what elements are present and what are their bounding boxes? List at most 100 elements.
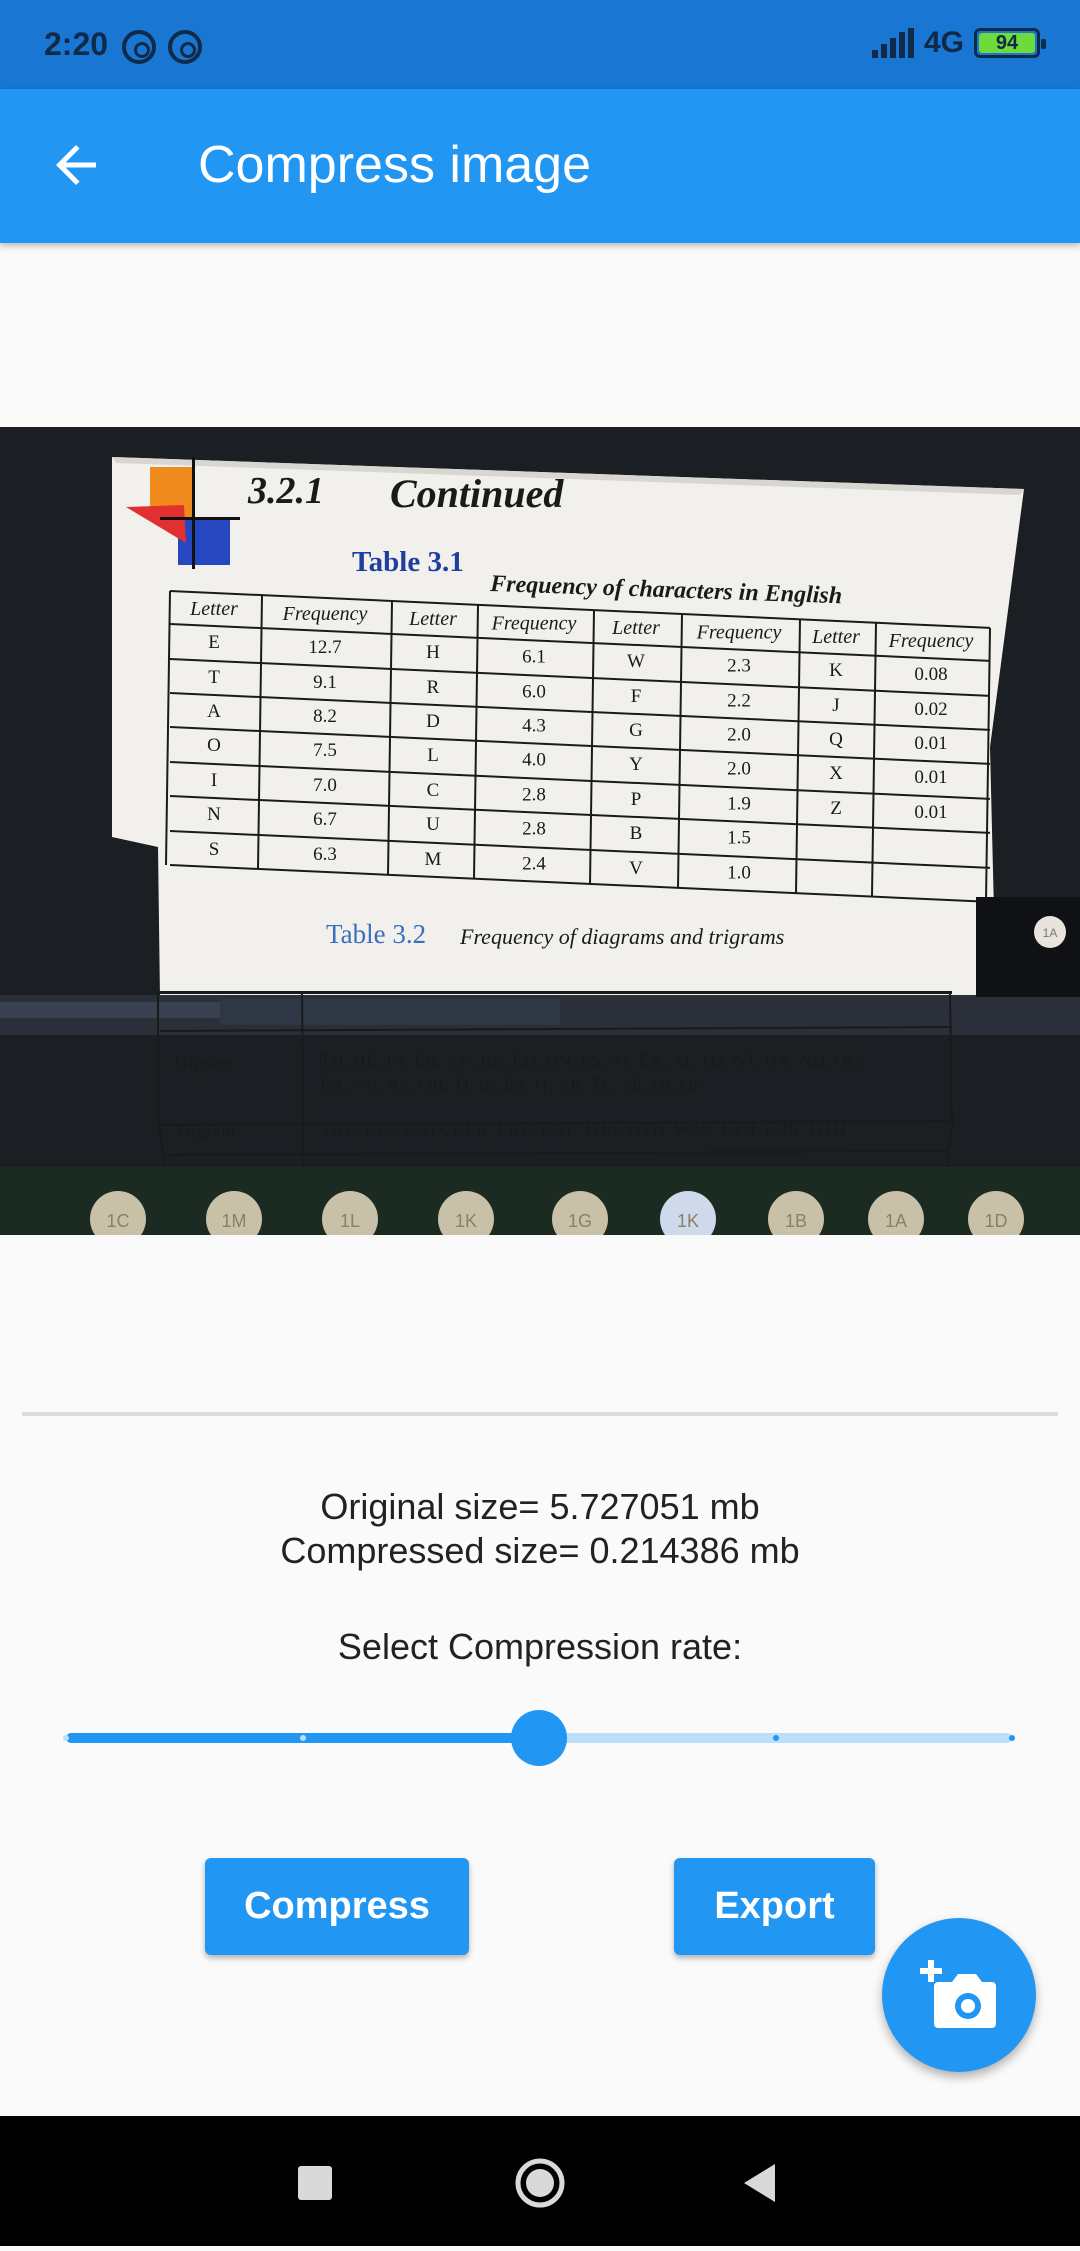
participant-label: 1B [785,1211,807,1231]
network-type: 4G [923,26,964,59]
table2-row-line: TH, HE, IN, ER, AN, RE, ED, ON, ES, ST, … [320,1051,865,1071]
table1-cell: A [207,701,221,722]
table1-header-cell: Frequency [282,603,368,625]
table1-cell: 1.5 [727,828,751,849]
table1-header-cell: Letter [811,626,860,648]
table1-cell: 4.0 [522,749,546,770]
table1-label: Table 3.1 [352,546,464,578]
table1-cell: 6.3 [313,844,337,865]
participant-label: 1A [885,1211,907,1231]
image-preview: 3.2.1 Continued Table 3.1 Frequency of c… [0,427,1080,1235]
table1-cell: M [425,849,442,870]
participant-label: 1K [455,1211,477,1231]
notification-icons [122,30,202,64]
table1-cell: 2.8 [522,818,546,839]
table1-cell: 2.3 [727,656,751,677]
table1-cell: R [427,677,440,698]
battery-level: 94 [979,33,1035,53]
table1-cell: 2.8 [522,784,546,805]
table2-row-line: THE, ING, AND, HER, ERE, ENT, THA, NTH, … [320,1119,846,1139]
table1-cell: 1.9 [727,794,751,815]
table1-cell: 9.1 [313,672,337,693]
add-photo-button[interactable] [882,1918,1036,2072]
table1-cell: 7.0 [313,775,337,796]
back-button[interactable] [46,135,106,195]
status-bar: 2:20 4G 94 [0,0,1080,89]
notification-icon [168,30,202,64]
table1-cell: H [426,642,440,663]
table1-header-cell: Frequency [888,630,974,652]
table1-cell: 8.2 [313,706,337,727]
table1-cell: 7.5 [313,740,337,761]
compression-rate-label: Select Compression rate: [337,1626,743,1667]
table1-cell: N [207,804,221,825]
divider [22,1412,1058,1416]
compress-button[interactable]: Compress [205,1858,469,1955]
table1-cell: J [832,695,839,716]
table1-cell: 0.01 [914,767,947,788]
participant-label: 1K [677,1211,699,1231]
table1-cell: Z [830,798,842,819]
table1-cell: 0.01 [914,733,947,754]
table1-cell: 1.0 [727,863,751,884]
slider-tick [772,1735,779,1741]
table1-cell: 0.08 [914,664,947,685]
participant-label: 1C [106,1211,129,1231]
table1-cell: 0.01 [914,802,947,823]
table1-cell: C [427,780,440,801]
add-photo-camera-icon [920,1960,996,2028]
slider-tick [1009,1735,1015,1741]
table1-cell: S [209,839,220,860]
table1-cell: 2.4 [522,853,546,874]
table1-cell: 2.2 [727,691,751,712]
table1-cell: E [208,632,220,653]
slide-section-number: 3.2.1 [247,470,324,512]
table1-cell: 6.0 [522,681,546,702]
lecture-photo: 3.2.1 Continued Table 3.1 Frequency of c… [0,427,1080,1235]
slider-tick [299,1735,306,1741]
table1-cell: T [208,667,220,688]
table2-label: Table 3.2 [326,919,426,949]
table1-cell: L [427,745,439,766]
table1-header-cell: Letter [611,617,660,639]
table1-cell: Q [829,729,843,750]
triangle-back-icon [744,2164,775,2202]
participant-label: 1M [221,1211,246,1231]
arrow-left-icon [56,145,96,185]
app-bar: Compress image [0,89,1080,243]
table1-cell: X [829,763,843,784]
table1-cell: 2.0 [727,725,751,746]
table1-cell: D [426,711,440,732]
table1-cell: P [631,789,642,810]
slider-thumb[interactable] [511,1710,567,1766]
table1-header-cell: Letter [408,608,457,630]
table1-cell: W [627,651,645,672]
slide-section-title: Continued [390,471,564,516]
notification-icon [122,30,156,64]
table2-row-line: EA, NG, AS, OR, TI, IS, ET, IT, AR, TE, … [320,1075,703,1095]
square-recent-icon [298,2166,332,2200]
status-time: 2:20 [44,26,109,62]
table2-caption: Frequency of diagrams and trigrams [459,924,784,949]
participant-label: 1D [984,1211,1007,1231]
side-avatar-label: 1A [1043,926,1058,940]
slider-tick [63,1735,69,1741]
table1-cell: 6.7 [313,809,337,830]
table1-cell: V [629,858,643,879]
compression-rate-slider[interactable] [63,1710,1015,1766]
table1-cell: G [629,720,643,741]
table1-cell: K [829,660,843,681]
system-nav-bar [0,2116,1080,2246]
table1-cell: 2.0 [727,759,751,780]
table2-row-type: Digram [174,1053,232,1074]
page-title: Compress image [198,136,592,194]
table1-cell: 0.02 [914,699,947,720]
table1-cell: U [426,814,440,835]
table1-cell: 12.7 [308,637,341,658]
table1-cell: I [211,770,217,791]
export-button[interactable]: Export [674,1858,875,1955]
table1-cell: F [631,686,642,707]
participant-label: 1L [340,1211,360,1231]
participant-label: 1G [568,1211,592,1231]
original-size-text: Original size= 5.727051 mb [320,1486,760,1527]
